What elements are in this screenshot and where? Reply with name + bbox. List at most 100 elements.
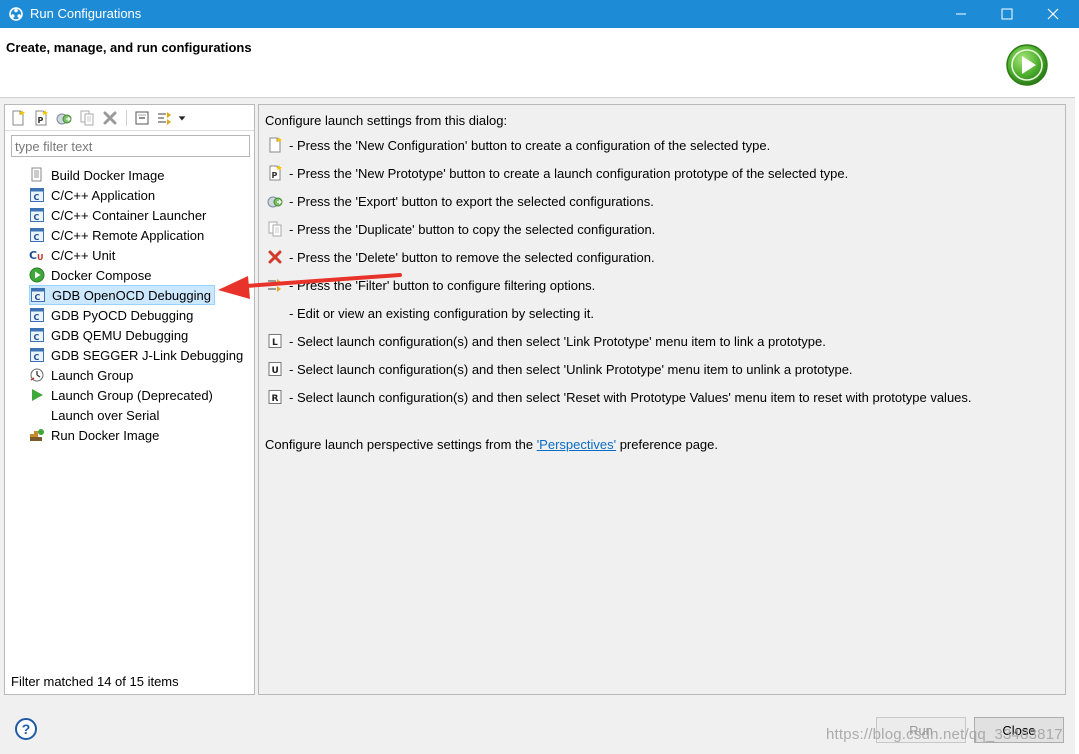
tree-toolbar: P	[5, 105, 254, 131]
collapse-all-icon	[135, 111, 149, 125]
toolbar-separator	[126, 110, 127, 126]
tree-item-label: Launch over Serial	[51, 407, 160, 423]
export-icon	[267, 193, 283, 209]
svg-text:R: R	[272, 394, 279, 404]
help-button[interactable]: ?	[15, 718, 37, 740]
duplicate-button[interactable]	[78, 109, 96, 127]
svg-text:P: P	[272, 171, 278, 180]
c-app-icon: C	[30, 287, 46, 303]
tree-item-launch-over-serial[interactable]: Launch over Serial	[29, 405, 162, 425]
svg-text:C: C	[34, 353, 40, 362]
minimize-icon	[956, 13, 966, 15]
new-configuration-icon	[12, 110, 25, 126]
help-row-export: - Press the 'Export' button to export th…	[267, 191, 654, 211]
new-prototype-button[interactable]: P	[32, 109, 50, 127]
docker-compose-icon	[29, 267, 45, 283]
help-row-text: - Press the 'Filter' button to configure…	[289, 277, 596, 293]
tree-item-label: C/C++ Unit	[51, 247, 116, 263]
c-app-icon: C	[29, 207, 45, 223]
run-icon	[1006, 44, 1048, 86]
export-icon	[56, 113, 72, 125]
perspectives-prefix: Configure launch perspective settings fr…	[265, 437, 537, 452]
tree-item-gdb-pyocd-debugging[interactable]: C GDB PyOCD Debugging	[29, 305, 196, 325]
perspectives-suffix: preference page.	[616, 437, 718, 452]
window-edge	[1075, 28, 1079, 754]
tree-item-label: C/C++ Remote Application	[51, 227, 205, 243]
maximize-icon	[1001, 8, 1013, 20]
collapse-all-button[interactable]	[133, 109, 151, 127]
help-row-text: - Select launch configuration(s) and the…	[289, 361, 853, 377]
svg-text:C: C	[35, 293, 41, 302]
help-row-text: - Press the 'New Configuration' button t…	[289, 137, 771, 153]
tree-item-label: GDB SEGGER J-Link Debugging	[51, 347, 244, 363]
svg-text:C: C	[34, 193, 40, 202]
c-app-icon: C	[29, 307, 45, 323]
intro-text: Configure launch settings from this dial…	[265, 113, 508, 128]
export-button[interactable]	[55, 109, 73, 127]
tree-item-launch-group-deprecated[interactable]: Launch Group (Deprecated)	[29, 385, 216, 405]
tree-item-gdb-openocd-debugging[interactable]: C GDB OpenOCD Debugging	[29, 285, 215, 305]
svg-text:C: C	[29, 249, 37, 262]
new-configuration-button[interactable]	[9, 109, 27, 127]
help-row-duplicate: - Press the 'Duplicate' button to copy t…	[267, 219, 655, 239]
svg-text:L: L	[272, 338, 278, 348]
svg-text:U: U	[272, 366, 279, 376]
launch-group-icon	[29, 367, 45, 383]
duplicate-icon	[80, 110, 94, 126]
tree-item-build-docker-image[interactable]: Build Docker Image	[29, 165, 167, 185]
help-row-text: - Press the 'Duplicate' button to copy t…	[289, 221, 656, 237]
tree-item-cpp-application[interactable]: C C/C++ Application	[29, 185, 158, 205]
reset-prototype-icon: R	[267, 389, 283, 405]
tree-item-docker-compose[interactable]: Docker Compose	[29, 265, 154, 285]
filter-icon	[158, 112, 171, 125]
filter-dropdown-button[interactable]	[176, 109, 188, 127]
tree-item-label: Launch Group (Deprecated)	[51, 387, 213, 403]
svg-text:C: C	[34, 233, 40, 242]
minimize-button[interactable]	[938, 0, 984, 28]
help-row-text: - Press the 'New Prototype' button to cr…	[289, 165, 849, 181]
tree-item-gdb-segger-jlink-debugging[interactable]: C GDB SEGGER J-Link Debugging	[29, 345, 246, 365]
delete-button[interactable]	[101, 109, 119, 127]
header-banner: Create, manage, and run configurations	[0, 28, 1079, 98]
eclipse-app-icon	[8, 6, 24, 22]
page-heading: Create, manage, and run configurations	[6, 40, 252, 55]
filter-input[interactable]	[11, 135, 250, 157]
tree-item-run-docker-image[interactable]: Run Docker Image	[29, 425, 162, 445]
filter-button[interactable]	[156, 109, 174, 127]
help-row-link-prototype: L - Select launch configuration(s) and t…	[267, 331, 826, 351]
perspectives-link[interactable]: 'Perspectives'	[537, 437, 616, 452]
dropdown-icon	[178, 116, 186, 121]
help-row-unlink-prototype: U - Select launch configuration(s) and t…	[267, 359, 853, 379]
new-prototype-icon: P	[267, 165, 283, 181]
delete-icon	[267, 249, 283, 265]
help-row-new-prototype: P - Press the 'New Prototype' button to …	[267, 163, 848, 183]
docker-run-icon	[29, 427, 45, 443]
help-row-edit: - Edit or view an existing configuration…	[267, 303, 594, 323]
tree-item-cpp-remote-application[interactable]: C C/C++ Remote Application	[29, 225, 207, 245]
launch-group-deprecated-icon	[29, 387, 45, 403]
help-row-text: - Select launch configuration(s) and the…	[289, 333, 826, 349]
watermark: https://blog.csdn.net/qq_33483817	[826, 726, 1063, 743]
close-window-button[interactable]	[1030, 0, 1076, 28]
svg-text:C: C	[34, 333, 40, 342]
tree-item-gdb-qemu-debugging[interactable]: C GDB QEMU Debugging	[29, 325, 191, 345]
help-row-reset-prototype: R - Select launch configuration(s) and t…	[267, 387, 972, 407]
svg-text:U: U	[37, 253, 44, 262]
tree-item-label: GDB QEMU Debugging	[51, 327, 189, 343]
svg-text:P: P	[38, 116, 44, 125]
help-row-text: - Press the 'Export' button to export th…	[289, 193, 654, 209]
new-configuration-icon	[267, 137, 283, 153]
maximize-button[interactable]	[984, 0, 1030, 28]
tree-item-label: Run Docker Image	[51, 427, 160, 443]
tree-item-cpp-unit[interactable]: CU C/C++ Unit	[29, 245, 118, 265]
filter-status: Filter matched 14 of 15 items	[11, 674, 179, 689]
svg-text:C: C	[34, 213, 40, 222]
c-app-icon: C	[29, 347, 45, 363]
delete-icon	[103, 111, 117, 125]
blank-icon	[29, 407, 45, 423]
tree-item-label: Build Docker Image	[51, 167, 165, 183]
tree-item-cpp-container-launcher[interactable]: C C/C++ Container Launcher	[29, 205, 209, 225]
filter-icon	[267, 277, 283, 293]
tree-item-launch-group[interactable]: Launch Group	[29, 365, 136, 385]
tree-item-label: C/C++ Application	[51, 187, 156, 203]
